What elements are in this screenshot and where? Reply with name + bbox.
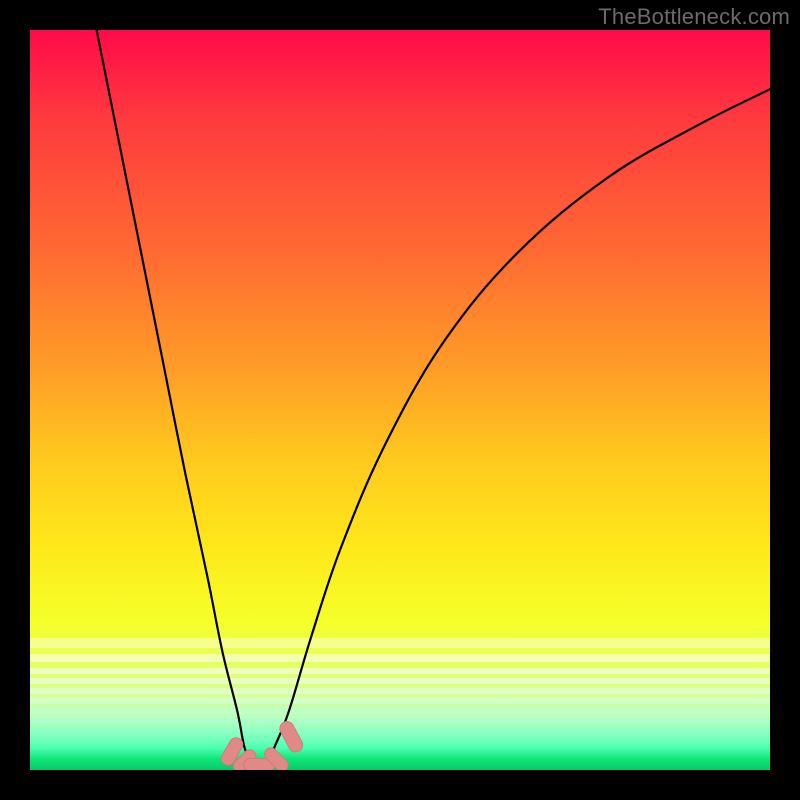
- plot-area: [30, 30, 770, 770]
- chart-stage: TheBottleneck.com: [0, 0, 800, 800]
- bottleneck-curve: [97, 30, 770, 767]
- watermark-text: TheBottleneck.com: [598, 4, 790, 30]
- curve-layer: [30, 30, 770, 770]
- marker-group: [219, 719, 305, 770]
- curve-marker: [277, 719, 305, 754]
